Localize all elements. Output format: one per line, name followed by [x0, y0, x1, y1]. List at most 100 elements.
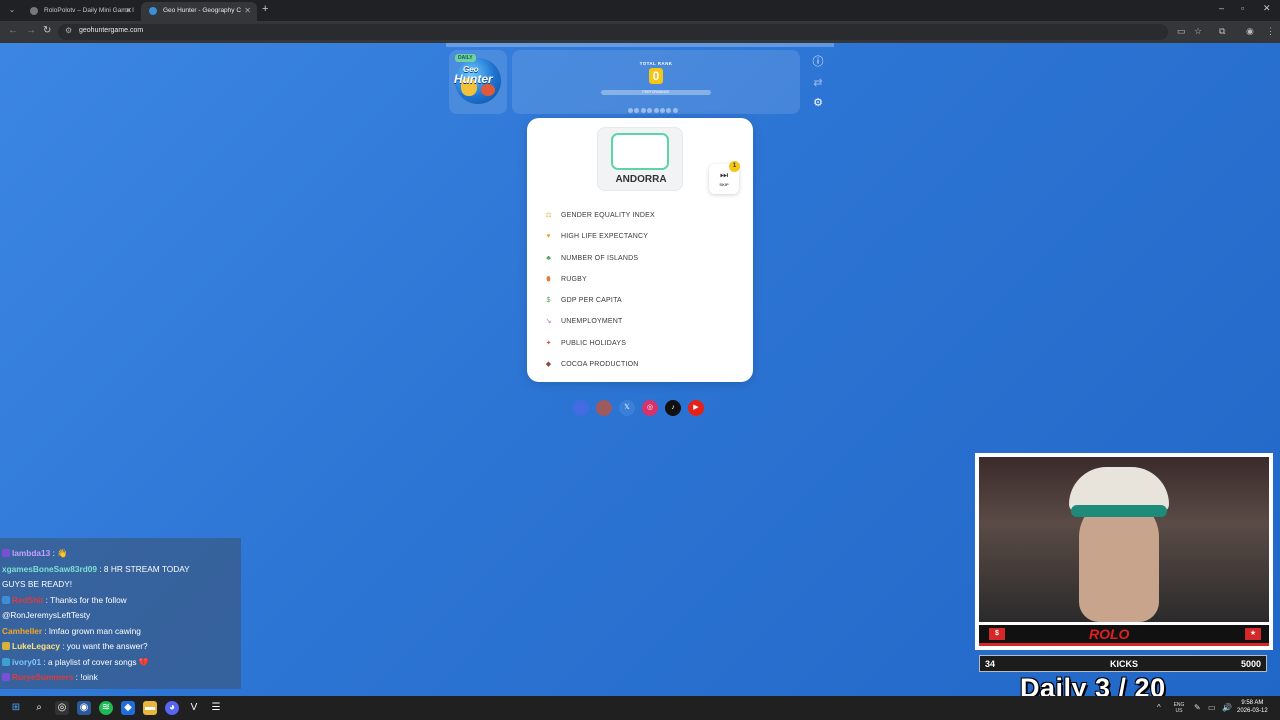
category-row[interactable]: ♣ NUMBER OF ISLANDS [540, 248, 742, 269]
pen-icon[interactable]: ✎ [1194, 703, 1201, 712]
category-label: GENDER EQUALITY INDEX [561, 212, 655, 219]
chat-message: LukeLegacy : you want the answer? [2, 639, 240, 654]
chat-text: : !oink [73, 672, 98, 682]
chat-message: RoryeSummers : !oink [2, 670, 240, 685]
app-icon[interactable]: ◎ [55, 701, 69, 715]
chat-username: lambda13 [12, 548, 51, 558]
instagram-icon[interactable]: ◎ [642, 400, 658, 416]
progress-dot [653, 108, 659, 113]
chat-username: RoryeSummers [12, 672, 74, 682]
heart-icon: ♥ [546, 233, 551, 241]
bookmark-star-icon[interactable]: ☆ [1194, 26, 1202, 37]
country-box: ANDORRA [597, 127, 683, 191]
new-tab-icon[interactable]: + [262, 3, 268, 15]
country-name: ANDORRA [615, 174, 667, 185]
monitor-icon[interactable]: ▭ [1208, 703, 1216, 712]
close-window-icon[interactable]: ✕ [1263, 3, 1271, 14]
balance-icon: ⚖ [545, 212, 552, 219]
performance-bar: PERFORMANCE [601, 90, 711, 95]
tab-geo-hunter[interactable]: Geo Hunter - Geography C ✕ [141, 2, 257, 21]
category-row[interactable]: ⚖ GENDER EQUALITY INDEX [540, 205, 742, 226]
chat-badge-icon [2, 673, 10, 681]
gear-icon[interactable]: ⚙ [811, 96, 825, 110]
category-label: GDP PER CAPITA [561, 297, 622, 305]
extensions-icon[interactable]: ⧉ [1219, 26, 1225, 37]
logo-box[interactable]: DAILY Geo Hunter [449, 50, 507, 114]
category-label: PUBLIC HOLIDAYS [561, 339, 627, 347]
close-tab-icon[interactable]: ✕ [125, 2, 132, 19]
favicon-icon [30, 7, 38, 15]
tab-search-icon[interactable]: ⌄ [6, 4, 18, 16]
tray-chevron-icon[interactable]: ^ [1157, 703, 1161, 712]
category-row[interactable]: ◆ COCOA PRODUCTION [540, 354, 742, 375]
install-app-icon[interactable]: ▭ [1177, 26, 1186, 37]
chat-badge-icon [2, 657, 10, 666]
rank-panel: TOTAL RANK 0 PERFORMANCE [512, 50, 800, 114]
dollar-badge-icon: $ [989, 628, 1005, 640]
reddit-icon[interactable] [596, 400, 612, 416]
reload-icon[interactable]: ↻ [43, 25, 51, 36]
tab-title: RoloPolotv – Daily Mini Game I [44, 7, 134, 14]
vim-icon[interactable]: V [187, 701, 201, 715]
chat-username: LukeLegacy [12, 641, 60, 651]
performance-label: PERFORMANCE [642, 90, 670, 94]
restore-icon[interactable]: ▫ [1241, 3, 1244, 13]
minimize-icon[interactable]: – [1219, 3, 1224, 13]
party-icon: ✦ [545, 339, 552, 347]
chat-badge-icon [2, 595, 10, 604]
clock[interactable]: 9:58 AM 2026-03-12 [1237, 699, 1268, 715]
category-row[interactable]: ⬮ RUGBY [540, 269, 742, 290]
x-icon[interactable]: 𝕏 [619, 400, 635, 416]
social-links: 𝕏 ◎ ♪ ▶ [573, 400, 711, 418]
money-icon: $ [546, 297, 551, 305]
chat-badge-icon [2, 549, 10, 557]
skip-label: SKIP [719, 182, 729, 187]
clock-time: 9:58 AM [1241, 700, 1264, 706]
progress-dot [659, 108, 665, 113]
youtube-icon[interactable]: ▶ [688, 400, 704, 416]
start-icon[interactable]: ⊞ [9, 701, 23, 715]
clock-date: 2026-03-12 [1237, 708, 1268, 714]
app-icon[interactable]: ◆ [121, 701, 135, 715]
spotify-icon[interactable]: ≋ [99, 701, 113, 715]
site-info-icon[interactable]: ⚙ [65, 26, 72, 35]
category-row[interactable]: ✦ PUBLIC HOLIDAYS [540, 333, 742, 354]
progress-dot [672, 108, 678, 113]
kicks-bar: KICKS 34 5000 [979, 655, 1267, 672]
category-row[interactable]: ♥ HIGH LIFE EXPECTANCY [540, 226, 742, 247]
discord-icon[interactable]: ◕ [165, 701, 179, 715]
category-label: NUMBER OF ISLANDS [561, 254, 639, 262]
progress-dots [628, 100, 679, 118]
category-label: RUGBY [561, 275, 587, 283]
total-rank-label: TOTAL RANK [639, 61, 673, 66]
chat-username: RedShit [12, 594, 44, 605]
omnibox[interactable]: ⚙ geohuntergame.com [58, 24, 1168, 40]
category-label: HIGH LIFE EXPECTANCY [561, 233, 649, 241]
progress-dot [666, 108, 672, 113]
chrome-icon[interactable]: ◉ [77, 701, 91, 715]
chat-message: xgamesBoneSaw83rd09 : 8 HR STREAM TODAY [2, 562, 240, 577]
discord-icon[interactable] [573, 400, 589, 416]
app-icon[interactable]: ☰ [209, 701, 223, 715]
tab-rolopolotv[interactable]: RoloPolotv – Daily Mini Game I ✕ [22, 2, 138, 21]
brand-logo: ROLO [1089, 626, 1130, 642]
tiktok-icon[interactable]: ♪ [665, 400, 681, 416]
category-row[interactable]: ↘ UNEMPLOYMENT [540, 311, 742, 332]
info-icon[interactable]: ⓘ [811, 55, 825, 69]
refresh-icon[interactable]: ⇄ [811, 76, 825, 90]
language-indicator[interactable]: ENG US [1170, 702, 1188, 714]
category-row[interactable]: $ GDP PER CAPITA [540, 290, 742, 311]
close-tab-icon[interactable]: ✕ [244, 2, 251, 19]
chat-badge-icon [2, 642, 10, 650]
back-icon[interactable]: ← [8, 25, 18, 36]
profile-avatar-icon[interactable]: ◉ [1246, 26, 1254, 37]
progress-dot [647, 108, 653, 113]
search-icon[interactable]: ⌕ [32, 701, 46, 715]
logo-hunter-text: Hunter [454, 72, 493, 86]
menu-icon[interactable]: ⋮ [1266, 26, 1275, 37]
forward-icon[interactable]: → [26, 25, 36, 36]
volume-icon[interactable]: 🔊 [1222, 703, 1232, 712]
webcam-frame: $ ROLO ★ [975, 453, 1273, 650]
folder-icon[interactable]: ▬ [143, 701, 157, 715]
category-list: ⚖ GENDER EQUALITY INDEX ♥ HIGH LIFE EXPECTA… [540, 205, 742, 375]
